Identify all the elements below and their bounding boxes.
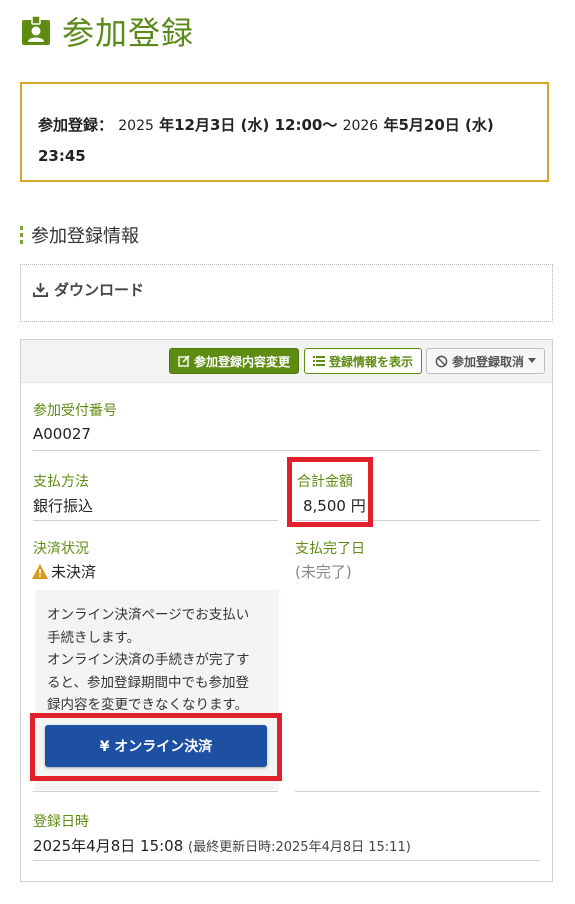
payment-status: 未決済 [32, 561, 96, 582]
chevron-down-icon [528, 358, 536, 363]
cancel-registration-label: 参加登録取消 [451, 354, 524, 369]
edit-icon [178, 355, 190, 367]
badge-icon [22, 15, 50, 45]
payment-status-label: 決済状況 [33, 541, 89, 557]
receipt-number-value: A00027 [33, 425, 91, 443]
divider [33, 860, 540, 861]
period-end-time: 23:45 [38, 147, 86, 165]
receipt-number-label: 参加受付番号 [33, 403, 117, 419]
payment-status-value: 未決済 [51, 563, 97, 581]
view-registration-button[interactable]: 登録情報を表示 [304, 348, 422, 374]
period-label: 参加登録： [38, 116, 114, 134]
view-registration-label: 登録情報を表示 [328, 354, 413, 369]
cancel-registration-button[interactable]: 参加登録取消 [426, 348, 545, 374]
edit-registration-label: 参加登録内容変更 [193, 354, 290, 369]
heading-dots [20, 226, 23, 244]
pay-button-highlight [30, 713, 282, 781]
last-updated-value: (最終更新日時:2025年4月8日 15:11) [188, 840, 411, 855]
download-panel: ダウンロード [20, 264, 553, 322]
paid-date-label: 支払完了日 [295, 541, 365, 557]
registration-card: 参加登録内容変更 登録情報を表示 参加登録取消 参加受付番号 A00027 支払… [20, 339, 553, 882]
notice-line: 手続きします。 [47, 629, 141, 646]
ban-icon [435, 355, 448, 367]
divider [33, 450, 540, 451]
warning-icon [32, 564, 48, 579]
download-icon [33, 282, 48, 297]
total-highlight [287, 457, 373, 527]
divider [33, 791, 278, 792]
registered-date-value: 2025年4月8日 15:08 [33, 837, 184, 855]
page-title: 参加登録 [20, 8, 194, 54]
card-toolbar: 参加登録内容変更 登録情報を表示 参加登録取消 [21, 340, 552, 383]
notice-line: ると、参加登録期間中でも参加登 [47, 674, 249, 691]
registered-date-label: 登録日時 [33, 814, 89, 830]
payment-method-label: 支払方法 [33, 474, 89, 490]
divider [295, 791, 540, 792]
paid-date-value: (未完了) [295, 563, 352, 581]
registered-date: 2025年4月8日 15:08 (最終更新日時:2025年4月8日 15:11) [33, 835, 411, 856]
payment-method-value: 銀行振込 [33, 497, 94, 515]
period-end: 年5月20日 (水) [383, 116, 494, 134]
period-start: 年12月3日 (水) 12:00〜 [159, 116, 338, 134]
edit-registration-button[interactable]: 参加登録内容変更 [169, 348, 299, 374]
period-end-year: 2026 [342, 118, 379, 134]
registration-period: 参加登録： 2025 年12月3日 (水) 12:00〜 2026 年5月20日… [20, 82, 549, 182]
list-icon [312, 356, 325, 366]
download-label: ダウンロード [54, 281, 145, 299]
divider [33, 520, 278, 521]
section-heading-label: 参加登録情報 [31, 226, 139, 247]
section-heading: 参加登録情報 [20, 222, 139, 248]
page-title-text: 参加登録 [62, 14, 195, 52]
period-start-year: 2025 [118, 118, 154, 134]
download-link[interactable]: ダウンロード [33, 279, 144, 300]
notice-line: オンライン決済ページでお支払い [47, 607, 250, 623]
notice-line: オンライン決済の手続きが完了す [47, 652, 250, 668]
